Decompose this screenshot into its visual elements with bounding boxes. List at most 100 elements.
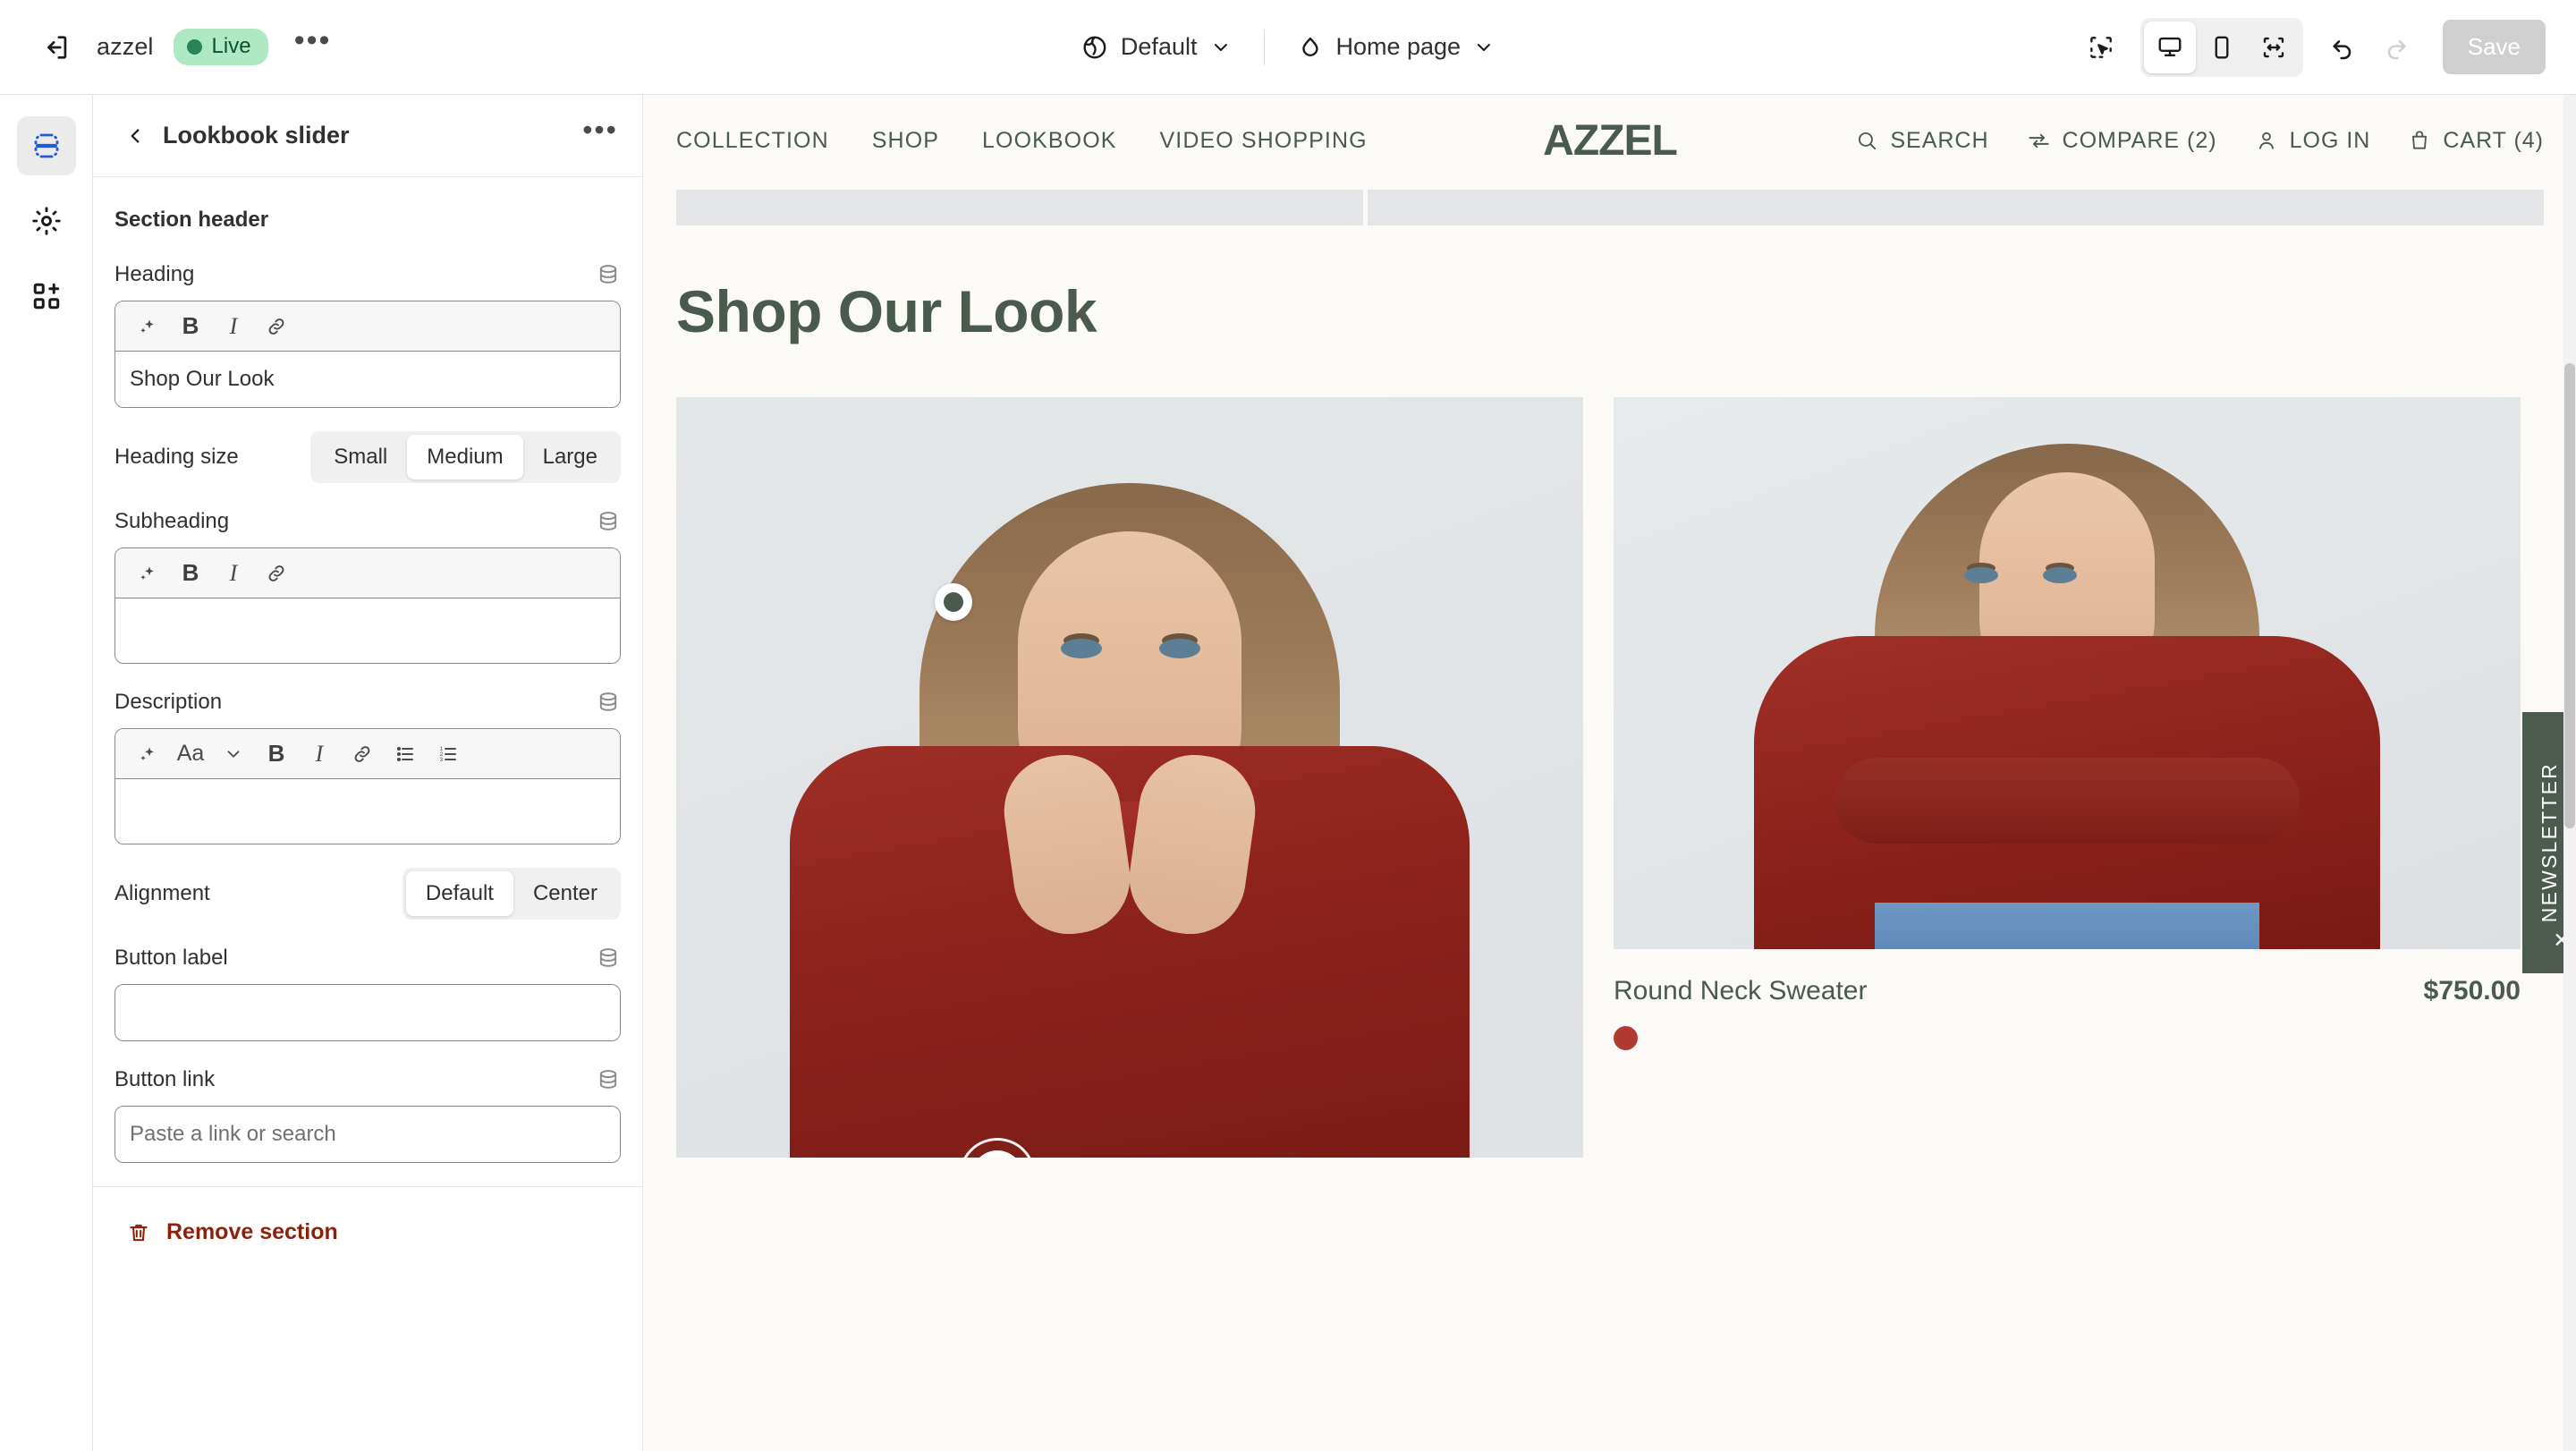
store-logo[interactable]: AZZEL xyxy=(1543,116,1678,165)
redo-icon xyxy=(2369,21,2423,74)
top-bar-center: Default Home page xyxy=(1069,0,1507,94)
svg-text:3: 3 xyxy=(440,757,444,763)
chevron-down-icon xyxy=(1473,37,1495,58)
magic-icon[interactable] xyxy=(128,734,167,774)
desktop-icon[interactable] xyxy=(2143,21,2196,73)
italic-icon[interactable]: I xyxy=(214,554,253,593)
home-icon xyxy=(1296,34,1323,61)
magic-icon[interactable] xyxy=(128,307,167,346)
panel-footer: Remove section xyxy=(93,1186,642,1277)
alignment-default[interactable]: Default xyxy=(405,871,513,916)
hotspot-lower-inner xyxy=(971,1150,1023,1158)
heading-input[interactable]: Shop Our Look xyxy=(115,352,620,407)
dynamic-source-icon[interactable] xyxy=(596,946,621,971)
nav-lookbook[interactable]: LOOKBOOK xyxy=(982,128,1117,154)
dynamic-source-icon[interactable] xyxy=(596,690,621,715)
swatch-red[interactable] xyxy=(1614,1026,1638,1050)
product-meta: Round Neck Sweater $750.00 xyxy=(1614,976,2521,1006)
storefront-actions: SEARCH COMPARE (2) LOG IN CART (4) xyxy=(1855,128,2544,154)
cart-label: CART (4) xyxy=(2443,127,2544,153)
field-label: Subheading xyxy=(114,509,230,533)
undo-icon[interactable] xyxy=(2316,21,2369,74)
heading-size-large[interactable]: Large xyxy=(523,435,617,479)
page-selector[interactable]: Home page xyxy=(1284,24,1507,70)
mobile-icon[interactable] xyxy=(2196,21,2248,73)
alignment-center[interactable]: Center xyxy=(513,871,617,916)
field-heading-size: Heading size Small Medium Large xyxy=(114,431,621,483)
italic-icon[interactable]: I xyxy=(300,734,339,774)
magic-icon[interactable] xyxy=(128,554,167,593)
top-bar: azzel Live ••• Default Home page Save xyxy=(0,0,2576,95)
font-size-icon[interactable]: Aa xyxy=(171,734,210,774)
theme-selector[interactable]: Default xyxy=(1069,24,1244,70)
nav-collection[interactable]: COLLECTION xyxy=(676,128,829,154)
left-rail xyxy=(0,95,93,1451)
cart-button[interactable]: CART (4) xyxy=(2408,128,2544,154)
lookbook-main-image[interactable] xyxy=(676,397,1583,1158)
field-label: Description xyxy=(114,690,223,714)
button-link-input[interactable] xyxy=(114,1106,621,1163)
full-width-icon[interactable] xyxy=(2248,21,2300,73)
heading-size-segmented: Small Medium Large xyxy=(310,431,621,483)
sidebar-item-apps[interactable] xyxy=(17,267,76,326)
field-subheading: Subheading B I xyxy=(114,506,621,664)
bulleted-list-icon[interactable] xyxy=(386,734,425,774)
field-label-row: Subheading xyxy=(114,506,621,537)
description-input[interactable] xyxy=(115,779,620,844)
search-button[interactable]: SEARCH xyxy=(1855,128,1988,154)
nav-shop[interactable]: SHOP xyxy=(872,128,939,154)
save-button[interactable]: Save xyxy=(2442,20,2546,74)
user-icon xyxy=(2255,129,2278,152)
heading-rich-text-editor: B I Shop Our Look xyxy=(114,301,621,408)
pointer-select-icon[interactable] xyxy=(2074,21,2128,74)
dynamic-source-icon[interactable] xyxy=(596,262,621,287)
preview-scrollbar-track[interactable] xyxy=(2563,95,2576,1451)
button-label-input[interactable] xyxy=(114,984,621,1041)
device-preview-group xyxy=(2140,17,2303,77)
divider xyxy=(1263,29,1265,65)
italic-icon[interactable]: I xyxy=(214,307,253,346)
dynamic-source-icon[interactable] xyxy=(596,509,621,534)
live-dot-icon xyxy=(186,38,202,55)
alignment-segmented: Default Center xyxy=(402,868,621,920)
section-settings-panel: Lookbook slider ••• Section header Headi… xyxy=(93,95,643,1451)
top-bar-left: azzel Live ••• xyxy=(0,21,338,73)
bold-icon[interactable]: B xyxy=(257,734,296,774)
lookbook-slider: Round Neck Sweater $750.00 xyxy=(644,397,2576,1158)
link-icon[interactable] xyxy=(257,307,296,346)
trash-icon xyxy=(127,1221,150,1244)
panel-more-button[interactable]: ••• xyxy=(578,114,623,158)
nav-video-shopping[interactable]: VIDEO SHOPPING xyxy=(1160,128,1368,154)
sidebar-item-settings[interactable] xyxy=(17,191,76,250)
product-name[interactable]: Round Neck Sweater xyxy=(1614,976,1867,1006)
link-icon[interactable] xyxy=(257,554,296,593)
product-image[interactable] xyxy=(1614,397,2521,949)
hotspot-upper[interactable] xyxy=(935,583,972,621)
sidebar-item-sections[interactable] xyxy=(16,116,76,175)
topbar-more-button[interactable]: ••• xyxy=(288,22,338,72)
login-button[interactable]: LOG IN xyxy=(2255,128,2371,154)
bold-icon[interactable]: B xyxy=(171,554,210,593)
chevron-down-icon[interactable] xyxy=(214,734,253,774)
preview-scrollbar-thumb[interactable] xyxy=(2564,363,2575,828)
remnant-tile xyxy=(1367,190,2544,225)
link-icon[interactable] xyxy=(343,734,382,774)
dynamic-source-icon[interactable] xyxy=(596,1067,621,1092)
compare-button[interactable]: COMPARE (2) xyxy=(2027,128,2217,154)
heading-size-medium[interactable]: Medium xyxy=(407,435,523,479)
exit-icon[interactable] xyxy=(30,21,82,73)
numbered-list-icon[interactable]: 1 2 3 xyxy=(428,734,468,774)
field-label-row: Button label xyxy=(114,943,621,973)
storefront-nav: COLLECTION SHOP LOOKBOOK VIDEO SHOPPING xyxy=(676,128,1368,154)
subheading-input[interactable] xyxy=(115,598,620,663)
rte-toolbar: Aa B I 1 2 3 xyxy=(115,729,620,779)
remove-section-button[interactable]: Remove section xyxy=(114,1210,351,1254)
field-label-row: Button link xyxy=(114,1065,621,1095)
bold-icon[interactable]: B xyxy=(171,307,210,346)
field-label-row: Description xyxy=(114,687,621,717)
product-model-jeans xyxy=(1875,903,2259,949)
storefront-header: COLLECTION SHOP LOOKBOOK VIDEO SHOPPING … xyxy=(644,95,2576,186)
chevron-left-icon[interactable] xyxy=(114,115,156,157)
field-label: Alignment xyxy=(114,881,210,905)
heading-size-small[interactable]: Small xyxy=(314,435,407,479)
